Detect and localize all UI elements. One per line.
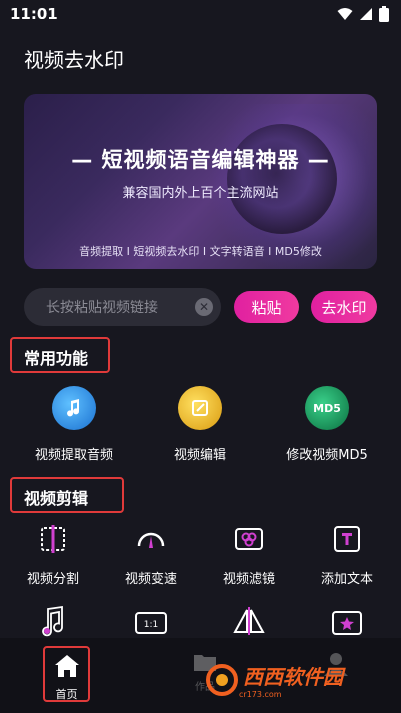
clear-icon[interactable]: ✕ [195,298,213,316]
link-input-row: 长按粘贴视频链接 ✕ 粘贴 去水印 [24,288,377,326]
nav-home-label: 首页 [55,688,78,701]
banner-headline: — 短视频语音编辑神器 — [71,148,330,172]
section-title-video-edit: 视频剪辑 [10,477,124,513]
edit-add-text[interactable]: 添加文本 [302,522,392,587]
func-label: 修改视频MD5 [286,448,368,463]
edit-aspect-ratio[interactable]: 1:1 [106,606,196,640]
camera-lens-image [227,124,337,234]
status-icons [337,6,389,22]
star-icon [330,606,364,640]
edit-sticker[interactable] [302,606,392,640]
split-icon [36,522,70,556]
section-title-common: 常用功能 [10,337,110,373]
app-title: 视频去水印 [24,48,124,72]
battery-icon [379,6,389,22]
edit-label: 视频滤镜 [222,572,275,587]
svg-text:1:1: 1:1 [144,620,158,630]
music-note-icon [52,386,96,430]
func-video-edit[interactable]: 视频编辑 [135,386,265,463]
text-icon [330,522,364,556]
edit-speed[interactable]: 视频变速 [106,522,196,587]
edit-icon [178,386,222,430]
aspect-ratio-icon: 1:1 [134,606,168,640]
link-input-placeholder: 长按粘贴视频链接 [46,300,158,316]
func-modify-md5[interactable]: MD5 修改视频MD5 [262,386,392,463]
edit-split[interactable]: 视频分割 [8,522,98,587]
filter-icon [232,522,266,556]
paste-button[interactable]: 粘贴 [234,291,299,323]
status-time: 11:01 [10,5,58,23]
watermark-logo-icon [206,664,238,696]
signal-icon [360,8,372,20]
edit-filter[interactable]: 视频滤镜 [204,522,294,587]
watermark-text: 西西软件园 [243,665,343,689]
speedometer-icon [134,522,168,556]
func-extract-audio[interactable]: 视频提取音频 [9,386,139,463]
home-icon [54,655,79,677]
status-bar: 11:01 [0,0,401,28]
banner-features: 音频提取 I 短视频去水印 I 文字转语音 I MD5修改 [79,245,322,258]
func-label: 视频提取音频 [34,448,113,463]
edit-label: 添加文本 [320,572,373,587]
mirror-icon [232,604,266,638]
banner-subtitle: 兼容国内外上百个主流网站 [122,186,279,201]
md5-icon: MD5 [305,386,349,430]
music-icon [36,604,70,638]
site-watermark: 西西软件园 cr173.com [205,660,385,700]
wifi-icon [337,8,353,20]
watermark-sub: cr173.com [239,690,282,699]
video-link-input[interactable]: 长按粘贴视频链接 ✕ [24,288,221,326]
promo-banner[interactable]: — 短视频语音编辑神器 — 兼容国内外上百个主流网站 音频提取 I 短视频去水印… [24,94,377,269]
func-label: 视频编辑 [173,448,226,463]
edit-label: 视频分割 [26,572,79,587]
remove-watermark-button[interactable]: 去水印 [311,291,377,323]
edit-mirror[interactable] [204,604,294,638]
nav-home[interactable]: 首页 [43,646,90,702]
edit-label: 视频变速 [124,572,177,587]
edit-music[interactable] [8,604,98,638]
